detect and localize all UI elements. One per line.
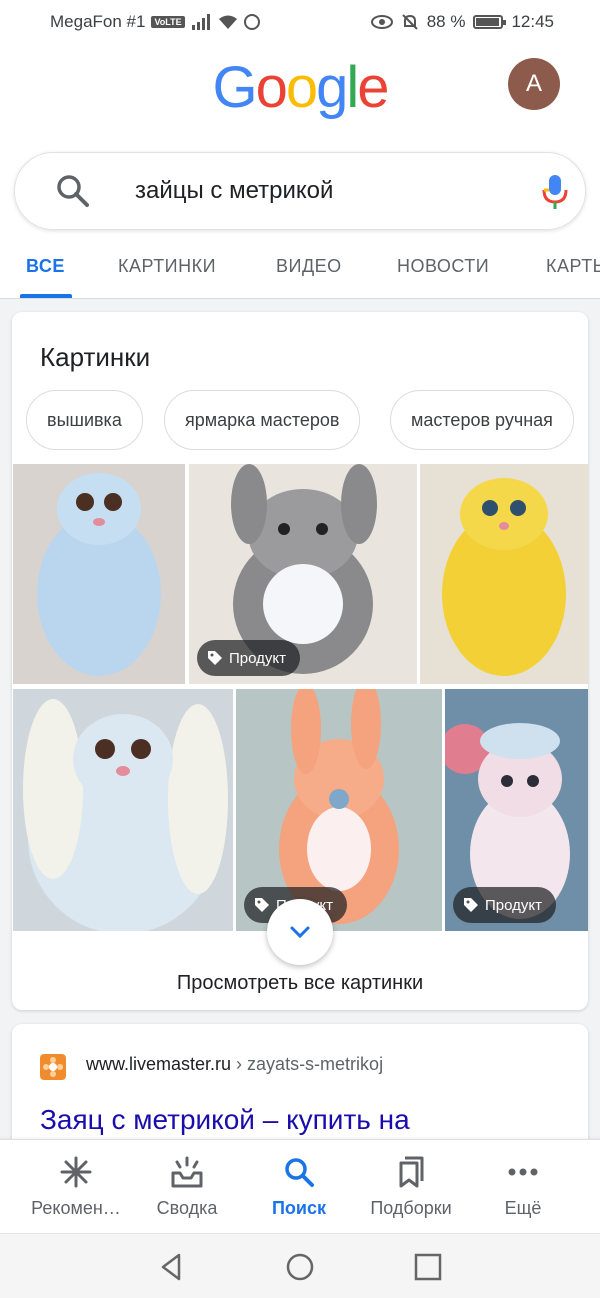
tab-video[interactable]: ВИДЕО — [276, 256, 342, 277]
recents-icon[interactable] — [413, 1252, 443, 1282]
tag-icon — [464, 898, 478, 912]
search-icon[interactable] — [55, 173, 91, 209]
tab-all[interactable]: ВСЕ — [26, 256, 65, 277]
bunny-image — [13, 689, 233, 931]
search-box[interactable]: зайцы с метрикой — [14, 152, 586, 230]
result-url: www.livemaster.ru › zayats-s-metrikoj — [86, 1054, 383, 1075]
logo-letter: e — [357, 55, 389, 120]
image-thumb-3[interactable] — [420, 464, 588, 684]
battery-icon — [473, 15, 507, 29]
logo-letter: g — [316, 55, 348, 120]
image-thumb-6[interactable]: Продукт — [445, 689, 588, 931]
images-card-title: Картинки — [40, 342, 151, 372]
viber-icon — [243, 14, 260, 30]
logo-letter: o — [285, 55, 318, 120]
tag-icon — [208, 651, 222, 665]
logo-letter: l — [346, 55, 359, 120]
bunny-image — [13, 464, 185, 684]
signal-icon — [191, 14, 210, 30]
wifi-icon — [218, 15, 237, 29]
nav-label: Ещё — [504, 1198, 542, 1218]
inbox-sparkle-icon — [169, 1154, 205, 1190]
system-navigation-bar — [0, 1233, 600, 1298]
flower-icon — [43, 1057, 63, 1077]
chip-handmade[interactable]: мастеров ручная — [390, 390, 574, 450]
battery-percent: 88 % — [426, 12, 466, 31]
bunny-image — [420, 464, 588, 684]
view-all-images-link[interactable]: Просмотреть все картинки — [12, 972, 588, 995]
product-badge-label: Продукт — [229, 649, 286, 667]
chip-embroidery[interactable]: вышивка — [26, 390, 143, 450]
logo-letter: G — [212, 55, 257, 120]
mute-bell-icon — [401, 14, 418, 30]
logo-letter: o — [255, 55, 288, 120]
chevron-down-icon — [290, 926, 310, 939]
tab-maps[interactable]: КАРТЫ — [546, 256, 600, 277]
search-tabs: ВСЕ КАРТИНКИ ВИДЕО НОВОСТИ КАРТЫ — [0, 244, 600, 298]
image-thumb-2[interactable]: Продукт — [189, 464, 417, 684]
account-avatar[interactable]: A — [508, 58, 560, 110]
carrier-name: MegaFon #1 — [50, 12, 146, 31]
microphone-icon[interactable] — [541, 173, 569, 211]
nav-more[interactable]: Ещё — [463, 1140, 583, 1234]
clock: 12:45 — [511, 12, 554, 31]
tab-news[interactable]: НОВОСТИ — [397, 256, 489, 277]
nav-recommendations[interactable]: Рекомен… — [16, 1140, 136, 1234]
asterisk-icon — [58, 1154, 94, 1190]
back-icon[interactable] — [157, 1252, 187, 1282]
home-icon[interactable] — [285, 1252, 315, 1282]
image-thumb-5[interactable]: Продукт — [236, 689, 442, 931]
result-path: › zayats-s-metrikoj — [231, 1054, 384, 1074]
bottom-navigation: Рекомен… Сводка Поиск Подборки Ещё — [0, 1139, 600, 1233]
search-icon — [281, 1154, 317, 1190]
nav-label: Сводка — [156, 1198, 218, 1218]
bookmarks-icon — [393, 1154, 429, 1190]
status-bar: MegaFon #1 VoLTE 88 % 12:45 — [0, 0, 600, 44]
eye-icon — [370, 15, 393, 29]
volte-badge: VoLTE — [151, 16, 185, 28]
image-thumb-4[interactable] — [13, 689, 233, 931]
nav-search[interactable]: Поиск — [239, 1140, 359, 1234]
tab-images[interactable]: КАРТИНКИ — [118, 256, 216, 277]
nav-label: Поиск — [271, 1198, 327, 1218]
product-badge: Продукт — [453, 887, 556, 923]
image-thumb-1[interactable] — [13, 464, 185, 684]
nav-label: Подборки — [370, 1198, 452, 1218]
product-badge: Продукт — [197, 640, 300, 676]
nav-summary[interactable]: Сводка — [127, 1140, 247, 1234]
nav-collections[interactable]: Подборки — [351, 1140, 471, 1234]
result-title-link[interactable]: Заяц с метрикой – купить на — [40, 1104, 410, 1136]
search-input[interactable]: зайцы с метрикой — [135, 177, 333, 205]
result-domain: www.livemaster.ru — [86, 1054, 232, 1074]
nav-label: Рекомен… — [31, 1198, 121, 1218]
chip-masters-fair[interactable]: ярмарка мастеров — [164, 390, 361, 450]
tag-icon — [255, 898, 269, 912]
product-badge-label: Продукт — [485, 896, 542, 914]
signal-icons — [191, 13, 261, 31]
site-favicon — [40, 1054, 66, 1080]
expand-images-button[interactable] — [267, 899, 333, 965]
more-dots-icon — [505, 1154, 541, 1190]
